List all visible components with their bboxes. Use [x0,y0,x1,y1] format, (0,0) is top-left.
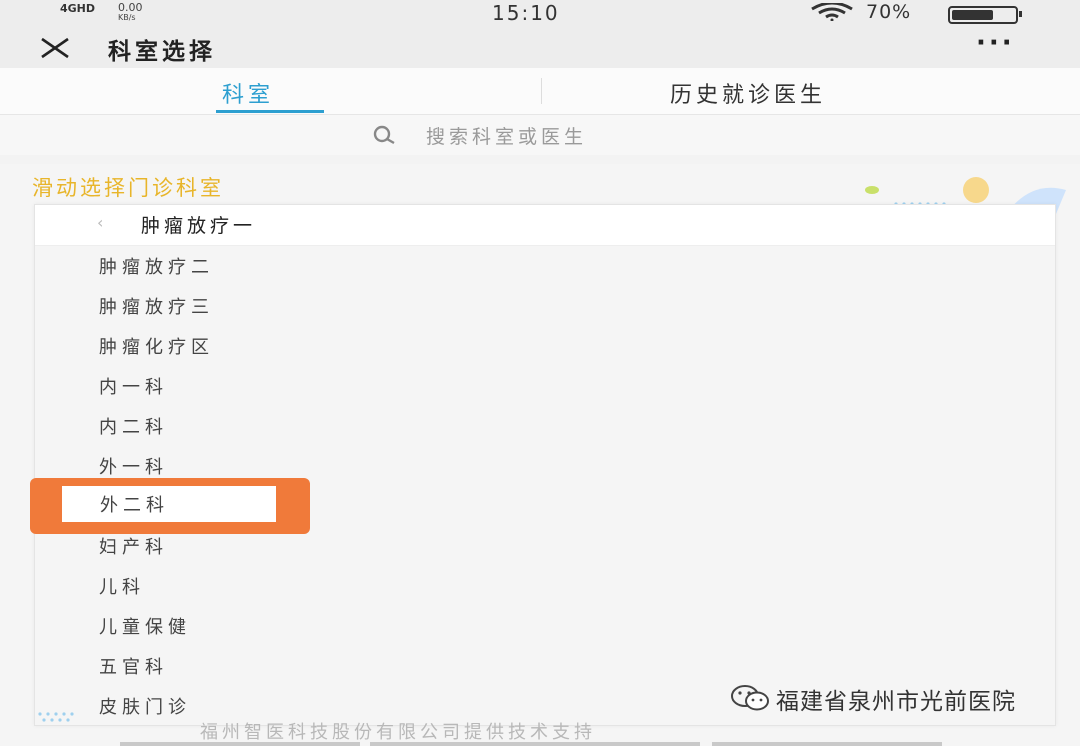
panel-heading: 滑动选择门诊科室 [32,176,224,200]
nav-bar: 科室选择 ··· [0,26,1080,68]
battery-percentage: 70% [866,1,912,23]
list-item[interactable]: 皮肤门诊 [99,693,191,719]
battery-icon [948,6,1022,24]
tab-history-doctor[interactable]: 历史就诊医生 [670,77,826,109]
department-list[interactable]: ‹ 肿瘤放疗一 肿瘤放疗二 肿瘤放疗三 肿瘤化疗区 内一科 内二科 外一科 妇产… [34,204,1056,726]
list-item[interactable]: 内二科 [99,413,168,439]
selected-department-row[interactable]: ‹ 肿瘤放疗一 [35,205,1055,246]
bottom-divider [712,742,942,746]
page-title: 科室选择 [108,39,216,65]
close-icon[interactable] [38,36,72,60]
list-item[interactable]: 五官科 [99,653,168,679]
wechat-icon [731,685,769,711]
list-item[interactable]: 肿瘤化疗区 [99,333,214,359]
battery-tip [1019,11,1022,17]
department-picker-panel: 滑动选择门诊科室 ‹ 肿瘤放疗一 肿瘤放疗二 肿瘤放疗三 肿瘤化疗区 内一科 内… [0,164,1080,746]
tab-divider [541,78,542,104]
tab-bar: 科室 历史就诊医生 [0,68,1080,115]
status-bar: 4GHD 0.00 KB/s 15:10 70% [0,0,1080,26]
list-item[interactable]: 儿科 [99,573,145,599]
watermark-text: 福建省泉州市光前医院 [776,689,1016,715]
clock: 15:10 [492,1,560,25]
tab-department[interactable]: 科室 [222,77,274,109]
network-speed: 0.00 KB/s [118,1,143,23]
wifi-icon [811,3,853,21]
highlighted-item[interactable]: 外二科 [100,491,169,517]
list-item[interactable]: 外一科 [99,453,168,479]
battery-fill [952,10,993,20]
list-item[interactable]: 内一科 [99,373,168,399]
list-item[interactable]: 妇产科 [99,533,168,559]
list-item[interactable]: 儿童保健 [99,613,191,639]
active-tab-indicator [216,110,324,113]
search-bar[interactable]: 搜索科室或医生 [0,115,1080,155]
network-speed-value: 0.00 [118,1,143,14]
signal-indicator: 4GHD [60,2,96,15]
list-item[interactable]: 肿瘤放疗二 [99,253,214,279]
search-placeholder: 搜索科室或医生 [426,126,588,148]
network-speed-unit: KB/s [118,13,136,22]
bottom-divider [120,742,360,746]
footer-decoration [38,712,74,722]
bottom-divider [370,742,700,746]
support-text: 福州智医科技股份有限公司提供技术支持 [200,722,596,743]
selected-department: 肿瘤放疗一 [141,215,257,237]
more-icon[interactable]: ··· [976,30,1015,56]
highlighted-item-box[interactable] [62,486,276,522]
search-icon [373,125,395,145]
chevron-left-icon: ‹ [97,213,104,232]
list-item[interactable]: 肿瘤放疗三 [99,293,214,319]
